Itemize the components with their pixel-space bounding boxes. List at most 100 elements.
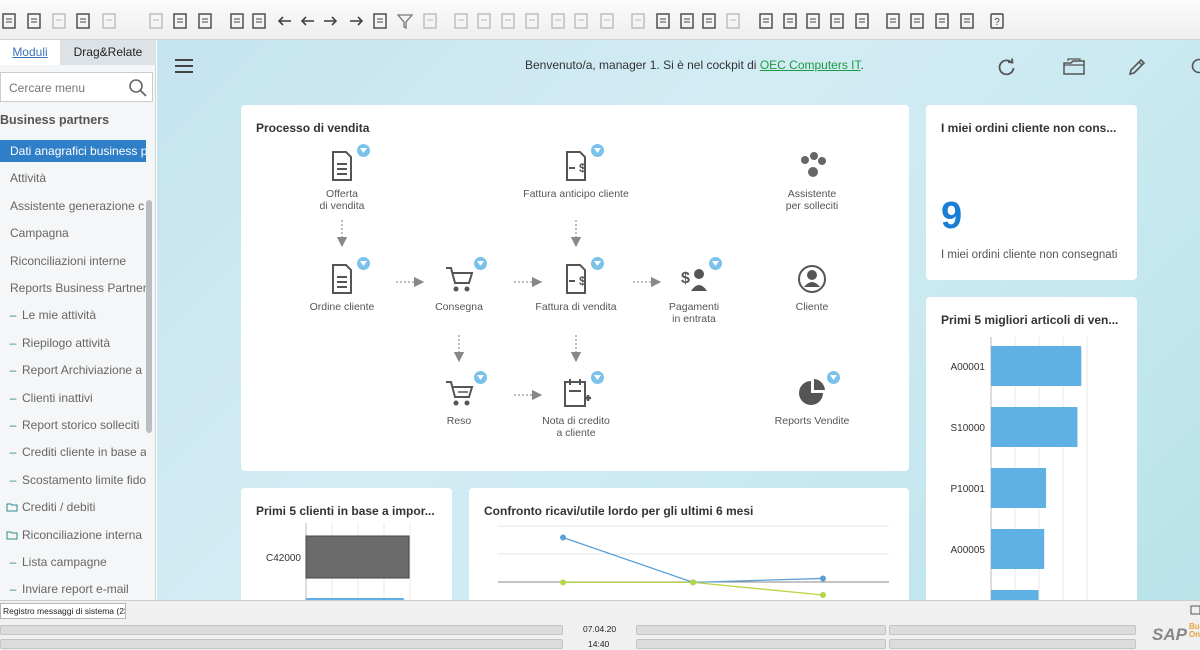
process-node[interactable]: Reports Vendite [752, 371, 872, 427]
bar[interactable] [991, 346, 1082, 386]
email-icon[interactable] [25, 12, 43, 30]
message-icon[interactable] [700, 12, 718, 30]
menu-item[interactable]: Riconciliazione interna [0, 524, 146, 546]
data-point[interactable] [560, 579, 566, 586]
next-record-icon[interactable] [321, 12, 339, 30]
menu-item-active[interactable]: Dati anagrafici business p [0, 140, 146, 162]
dashboard-icon[interactable] [908, 12, 926, 30]
menu-item[interactable]: Attività [0, 167, 146, 189]
first-record-icon[interactable] [276, 12, 294, 30]
menu-item[interactable]: – Crediti cliente in base a [0, 441, 146, 463]
split-icon[interactable] [572, 12, 590, 30]
columns-icon[interactable] [549, 12, 567, 30]
print-preview-icon[interactable] [0, 12, 18, 30]
data-point[interactable] [560, 534, 566, 541]
calculator-icon[interactable] [804, 12, 822, 30]
menu-item[interactable]: Campagna [0, 222, 146, 244]
process-node[interactable]: Nota di credito a cliente [516, 371, 636, 439]
export-excel-icon[interactable] [147, 12, 165, 30]
sort-icon[interactable] [421, 12, 439, 30]
process-node[interactable]: $ Fattura di vendita [516, 257, 636, 313]
dropdown-badge-icon[interactable] [591, 371, 604, 384]
refresh-icon[interactable] [371, 12, 389, 30]
menu-item[interactable]: – Le mie attività [0, 304, 146, 326]
menu-item[interactable]: – Inviare report e-mail [0, 578, 146, 600]
process-node[interactable]: Consegna [399, 257, 519, 313]
filter-icon[interactable] [396, 12, 414, 30]
last-record-icon[interactable] [347, 12, 365, 30]
tab-drag-relate[interactable]: Drag&Relate [60, 40, 156, 65]
printer-icon[interactable] [74, 12, 92, 30]
journal-entry-icon[interactable] [654, 12, 672, 30]
dropdown-badge-icon[interactable] [474, 257, 487, 270]
hamburger-menu-icon[interactable] [175, 58, 193, 74]
menu-item[interactable]: Crediti / debiti [0, 496, 146, 518]
restore-icon[interactable] [1190, 604, 1200, 616]
calendar-icon[interactable] [757, 12, 775, 30]
menu-item[interactable]: Reports Business Partner [0, 277, 146, 299]
sign-icon[interactable] [958, 12, 976, 30]
base-document-icon[interactable] [452, 12, 470, 30]
dropdown-badge-icon[interactable] [591, 257, 604, 270]
search-icon[interactable] [128, 78, 148, 98]
move-icon[interactable] [171, 12, 189, 30]
company-link[interactable]: OEC Computers IT [760, 58, 861, 72]
duplicate-icon[interactable] [499, 12, 517, 30]
menu-item[interactable]: – Clienti inattivi [0, 387, 146, 409]
dropdown-badge-icon[interactable] [709, 257, 722, 270]
data-point[interactable] [820, 592, 826, 599]
bar[interactable] [991, 468, 1047, 508]
kpi-value[interactable]: 9 [941, 195, 962, 238]
export-pdf-icon[interactable] [50, 12, 68, 30]
bar[interactable] [991, 590, 1039, 600]
edit-pencil-icon[interactable] [1127, 57, 1147, 77]
search-icon[interactable] [1189, 57, 1200, 77]
menu-item[interactable]: – Report Archiviazione a [0, 359, 146, 381]
document-approval-icon[interactable] [678, 12, 696, 30]
dropdown-badge-icon[interactable] [357, 144, 370, 157]
menu-search-input[interactable] [9, 80, 124, 96]
user-icon[interactable] [853, 12, 871, 30]
chat-icon[interactable] [724, 12, 742, 30]
menu-item[interactable]: – Scostamento limite fido [0, 469, 146, 491]
edit-icon[interactable] [629, 12, 647, 30]
data-point[interactable] [690, 579, 696, 586]
dropdown-badge-icon[interactable] [474, 371, 487, 384]
system-messages-log[interactable]: Registro messaggi di sistema (23) [0, 603, 126, 619]
process-node[interactable]: Ordine cliente [282, 257, 402, 313]
menu-item[interactable]: Assistente generazione c [0, 195, 146, 217]
cockpit-folder-icon[interactable] [1062, 57, 1086, 77]
menu-item[interactable]: – Riepilogo attività [0, 332, 146, 354]
menu-item[interactable]: – Report storico solleciti [0, 414, 146, 436]
export-word-icon[interactable] [100, 12, 118, 30]
bar[interactable] [991, 407, 1078, 447]
refresh-icon[interactable] [997, 57, 1017, 77]
help-icon[interactable]: ? [988, 12, 1006, 30]
target-document-icon[interactable] [475, 12, 493, 30]
previous-record-icon[interactable] [299, 12, 317, 30]
process-node[interactable]: Cliente [752, 263, 872, 313]
process-node[interactable]: Assistente per solleciti [752, 150, 872, 212]
layout-icon[interactable] [196, 12, 214, 30]
transfer-icon[interactable] [933, 12, 951, 30]
menu-item[interactable]: – Lista campagne [0, 551, 146, 573]
bar[interactable] [305, 535, 410, 579]
dropdown-badge-icon[interactable] [827, 371, 840, 384]
process-node[interactable]: Reso [399, 371, 519, 427]
find-icon[interactable] [228, 12, 246, 30]
org-chart-icon[interactable] [828, 12, 846, 30]
dropdown-badge-icon[interactable] [591, 144, 604, 157]
tab-modules[interactable]: Moduli [0, 40, 60, 65]
email-alert-icon[interactable] [781, 12, 799, 30]
document-view-icon[interactable] [598, 12, 616, 30]
menu-item[interactable]: Riconciliazioni interne [0, 250, 146, 272]
add-record-icon[interactable] [250, 12, 268, 30]
process-node[interactable]: $ Fattura anticipo cliente [516, 144, 636, 200]
report-icon[interactable] [884, 12, 902, 30]
process-node[interactable]: $ Pagamenti in entrata [634, 257, 754, 325]
gross-profit-icon[interactable] [523, 12, 541, 30]
data-point[interactable] [820, 575, 826, 582]
bar[interactable] [991, 529, 1045, 569]
dropdown-badge-icon[interactable] [357, 257, 370, 270]
sidebar-scrollbar[interactable] [146, 200, 152, 433]
